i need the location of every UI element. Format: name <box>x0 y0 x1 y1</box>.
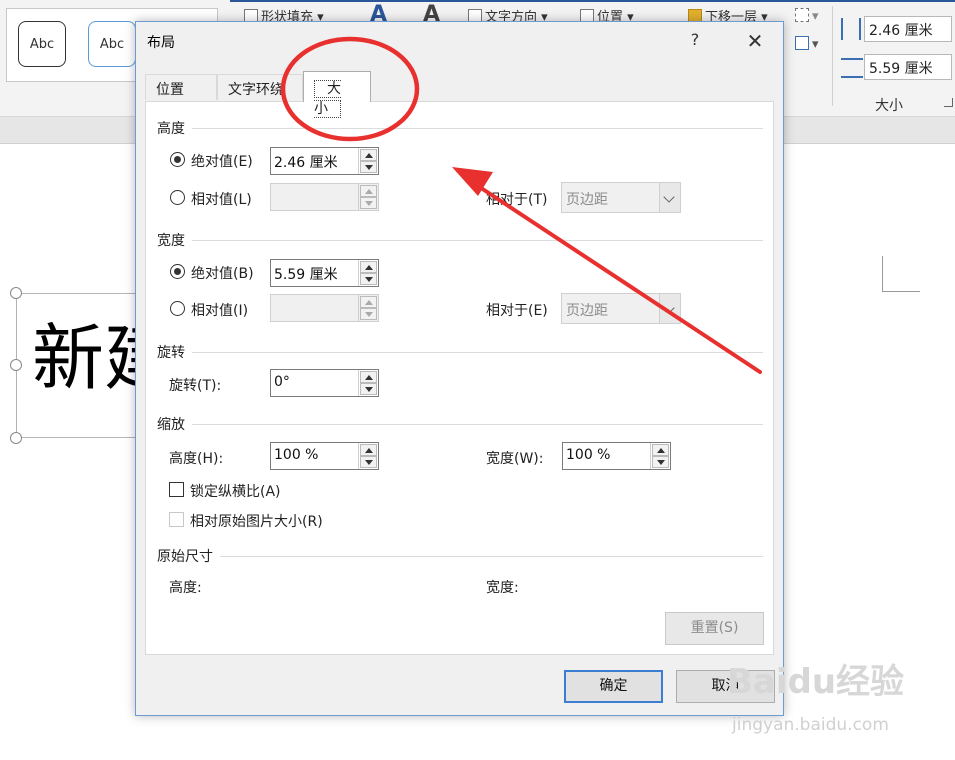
height-relative-label: 相对值(L) <box>191 192 252 208</box>
ribbon-width-input[interactable]: 5.59 厘米 <box>864 54 952 80</box>
scale-height-input[interactable]: 100 % <box>270 442 379 470</box>
rotation-input[interactable]: 0° <box>270 369 379 397</box>
relative-original-checkbox[interactable] <box>169 512 184 527</box>
scale-section-title: 缩放 <box>157 417 185 433</box>
spin-down-icon[interactable] <box>360 383 377 395</box>
height-absolute-input[interactable]: 2.46 厘米 <box>270 147 379 175</box>
width-relative-input[interactable] <box>270 294 379 322</box>
scale-width-label: 宽度(W): <box>486 451 544 467</box>
page-margin-corner <box>882 256 920 292</box>
chevron-down-icon <box>659 183 680 212</box>
spin-down-icon[interactable] <box>360 161 377 173</box>
width-absolute-label: 绝对值(B) <box>191 266 254 282</box>
baidu-watermark: Baidu经验 <box>727 662 905 702</box>
width-relative-radio[interactable] <box>170 301 185 316</box>
tab-size[interactable]: 大小 <box>303 71 371 118</box>
lock-aspect-checkbox[interactable] <box>169 482 184 497</box>
resize-handle-bottom-left[interactable] <box>10 432 22 444</box>
height-section-title: 高度 <box>157 121 185 137</box>
tab-position[interactable]: 位置 <box>145 74 217 100</box>
height-relative-to-select[interactable]: 页边距 <box>561 182 681 213</box>
spin-down-icon[interactable] <box>360 456 377 468</box>
tab-text-wrapping[interactable]: 文字环绕 <box>217 74 303 100</box>
rotate-icon <box>795 36 809 50</box>
baidu-watermark-url: jingyan.baidu.com <box>732 715 889 735</box>
resize-handle-top-left[interactable] <box>10 287 22 299</box>
rotate-button[interactable]: ▾ <box>795 36 819 52</box>
rotation-label: 旋转(T): <box>169 378 222 394</box>
height-relative-input[interactable] <box>270 183 379 211</box>
height-absolute-radio[interactable] <box>170 152 185 167</box>
relative-original-label: 相对原始图片大小(R) <box>190 514 323 530</box>
width-section-title: 宽度 <box>157 233 185 249</box>
section-divider <box>192 128 763 129</box>
spin-down-icon <box>360 308 377 320</box>
width-relative-to-label: 相对于(E) <box>486 303 548 319</box>
original-width-label: 宽度: <box>486 580 519 596</box>
scale-width-input[interactable]: 100 % <box>562 442 671 470</box>
size-dialog-launcher-icon[interactable] <box>944 98 953 107</box>
spin-up-icon[interactable] <box>360 444 377 456</box>
spin-down-icon[interactable] <box>652 456 669 468</box>
size-tab-panel: 高度 绝对值(E) 2.46 厘米 相对值(L) 相对于(T) 页边距 宽度 绝… <box>145 101 774 655</box>
chevron-down-icon <box>659 294 680 323</box>
height-relative-radio[interactable] <box>170 190 185 205</box>
height-relative-to-label: 相对于(T) <box>486 192 548 208</box>
spin-down-icon <box>360 197 377 209</box>
close-icon[interactable]: ✕ <box>740 28 770 54</box>
spin-up-icon[interactable] <box>360 261 377 273</box>
spin-up-icon[interactable] <box>652 444 669 456</box>
group-icon <box>795 8 809 22</box>
spin-down-icon[interactable] <box>360 273 377 285</box>
size-group-label: 大小 <box>875 98 903 114</box>
width-relative-to-select[interactable]: 页边距 <box>561 293 681 324</box>
help-icon[interactable]: ? <box>683 30 707 54</box>
spin-up-icon <box>360 296 377 308</box>
section-divider <box>192 424 763 425</box>
reset-button[interactable]: 重置(S) <box>665 612 764 645</box>
shape-style-2[interactable]: Abc <box>88 21 136 67</box>
width-absolute-radio[interactable] <box>170 264 185 279</box>
rotation-section-title: 旋转 <box>157 345 185 361</box>
shape-width-icon <box>841 58 863 78</box>
scale-height-label: 高度(H): <box>169 451 224 467</box>
dialog-title: 布局 <box>147 35 175 51</box>
height-absolute-label: 绝对值(E) <box>191 154 253 170</box>
section-divider <box>192 240 763 241</box>
shape-height-icon <box>841 18 861 40</box>
original-height-label: 高度: <box>169 580 202 596</box>
original-size-section-title: 原始尺寸 <box>157 549 213 565</box>
layout-dialog: 布局 ? ✕ 位置 文字环绕 大小 高度 绝对值(E) 2.46 厘米 相对值(… <box>135 21 784 716</box>
spin-up-icon[interactable] <box>360 149 377 161</box>
section-divider <box>192 352 763 353</box>
shape-style-1[interactable]: Abc <box>18 21 66 67</box>
resize-handle-middle-left[interactable] <box>10 359 22 371</box>
group-button[interactable]: ▾ <box>795 8 819 24</box>
spin-up-icon <box>360 185 377 197</box>
section-divider <box>220 556 763 557</box>
ribbon-separator <box>832 6 833 106</box>
spin-up-icon[interactable] <box>360 371 377 383</box>
ribbon-accent-line <box>230 0 955 2</box>
lock-aspect-label: 锁定纵横比(A) <box>190 484 281 500</box>
width-absolute-input[interactable]: 5.59 厘米 <box>270 259 379 287</box>
ribbon-height-input[interactable]: 2.46 厘米 <box>864 16 952 42</box>
ok-button[interactable]: 确定 <box>564 670 663 703</box>
width-relative-label: 相对值(I) <box>191 303 249 319</box>
text-box-content: 新建文本 <box>32 322 136 394</box>
